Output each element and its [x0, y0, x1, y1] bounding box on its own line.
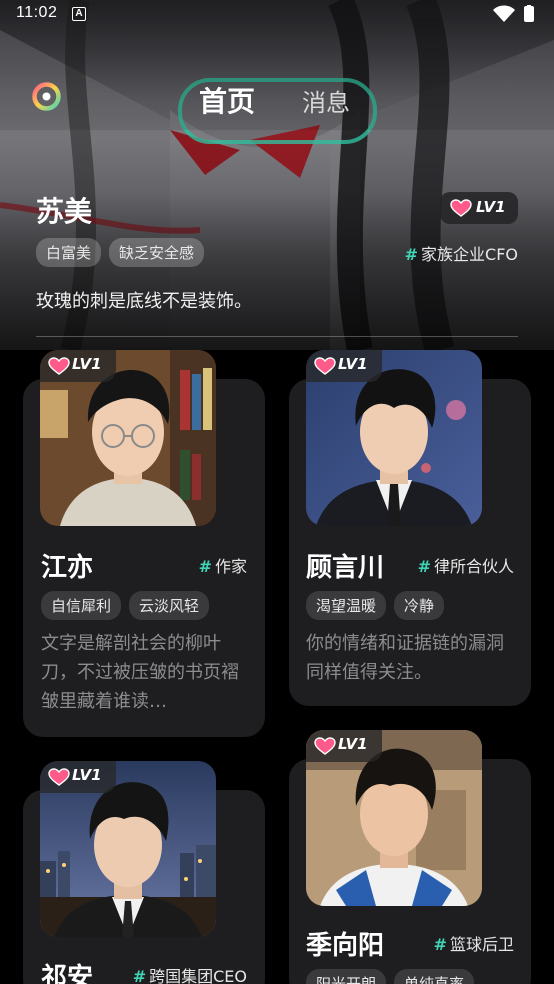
app-logo-icon[interactable]	[31, 81, 62, 112]
card-job-label: 篮球后卫	[449, 935, 514, 954]
card-name: 祁安	[41, 963, 94, 984]
hero-job-label: 家族企业CFO	[421, 245, 518, 264]
hash-icon: #	[132, 967, 147, 984]
a-icon: A	[72, 7, 86, 21]
hash-icon: #	[417, 557, 431, 576]
status-bar: 11:02 A	[0, 0, 554, 30]
level-text: LV1	[338, 735, 368, 753]
card-job-label: 跨国集团CEO	[149, 967, 247, 984]
hero-quote: 玫瑰的刺是底线不是装饰。	[36, 291, 252, 312]
level-text: LV1	[72, 766, 102, 784]
level-text: LV1	[338, 355, 368, 373]
hero-level-badge: LV1	[440, 192, 518, 224]
tag: 单纯直率	[394, 969, 475, 984]
hero-tags: 白富美 缺乏安全感	[36, 238, 205, 267]
character-portrait: LV1	[40, 761, 216, 937]
card-name: 季向阳	[306, 931, 385, 961]
level-text: LV1	[72, 355, 102, 373]
card-description: 你的情绪和证据链的漏洞同样值得关注。	[306, 633, 504, 683]
card-name: 顾言川	[306, 553, 385, 583]
heart-icon	[48, 357, 70, 375]
tag: 白富美	[36, 238, 102, 267]
card-job-label: 律所合伙人	[433, 557, 514, 576]
tag: 缺乏安全感	[109, 238, 205, 267]
card-description: 文字是解剖社会的柳叶刀，不过被压皱的书页褶皱里藏着谁读…	[41, 633, 239, 712]
level-badge: LV1	[306, 350, 382, 382]
status-time: 11:02	[16, 4, 58, 21]
character-portrait: LV1	[306, 350, 482, 526]
character-portrait: LV1	[40, 350, 216, 526]
tag: 渴望温暖	[306, 591, 387, 620]
tab-messages[interactable]: 消息	[302, 83, 350, 118]
hash-icon: #	[198, 557, 212, 576]
card-tags: 自信犀利 云淡风轻	[41, 591, 210, 620]
heart-icon	[314, 737, 336, 755]
level-badge: LV1	[306, 730, 382, 762]
hero-job: # 家族企业CFO	[405, 241, 518, 265]
card-tags: 渴望温暖 冷静	[306, 591, 445, 620]
battery-icon	[524, 6, 534, 22]
tag: 云淡风轻	[129, 591, 210, 620]
card-job-label: 作家	[214, 557, 247, 576]
level-badge: LV1	[40, 350, 116, 382]
card-name: 江亦	[41, 553, 94, 583]
wifi-icon	[493, 5, 515, 22]
card-tags: 阳光开朗 单纯直率	[306, 969, 475, 984]
card-job: # 作家	[199, 553, 247, 577]
hash-icon: #	[404, 245, 419, 264]
tag: 阳光开朗	[306, 969, 387, 984]
card-job: # 跨国集团CEO	[133, 963, 247, 984]
hash-icon: #	[433, 935, 447, 954]
character-portrait: LV1	[306, 730, 482, 906]
heart-icon	[314, 357, 336, 375]
divider	[36, 336, 518, 337]
card-job: # 篮球后卫	[434, 931, 514, 955]
tag: 冷静	[394, 591, 445, 620]
card-job: # 律所合伙人	[418, 553, 514, 577]
tag: 自信犀利	[41, 591, 122, 620]
status-icons	[493, 5, 534, 22]
heart-icon	[48, 768, 70, 786]
level-badge: LV1	[40, 761, 116, 793]
level-text: LV1	[476, 198, 506, 216]
hero-character-name: 苏美	[36, 195, 93, 228]
tab-home[interactable]: 首页	[199, 80, 255, 120]
heart-icon	[450, 199, 472, 217]
